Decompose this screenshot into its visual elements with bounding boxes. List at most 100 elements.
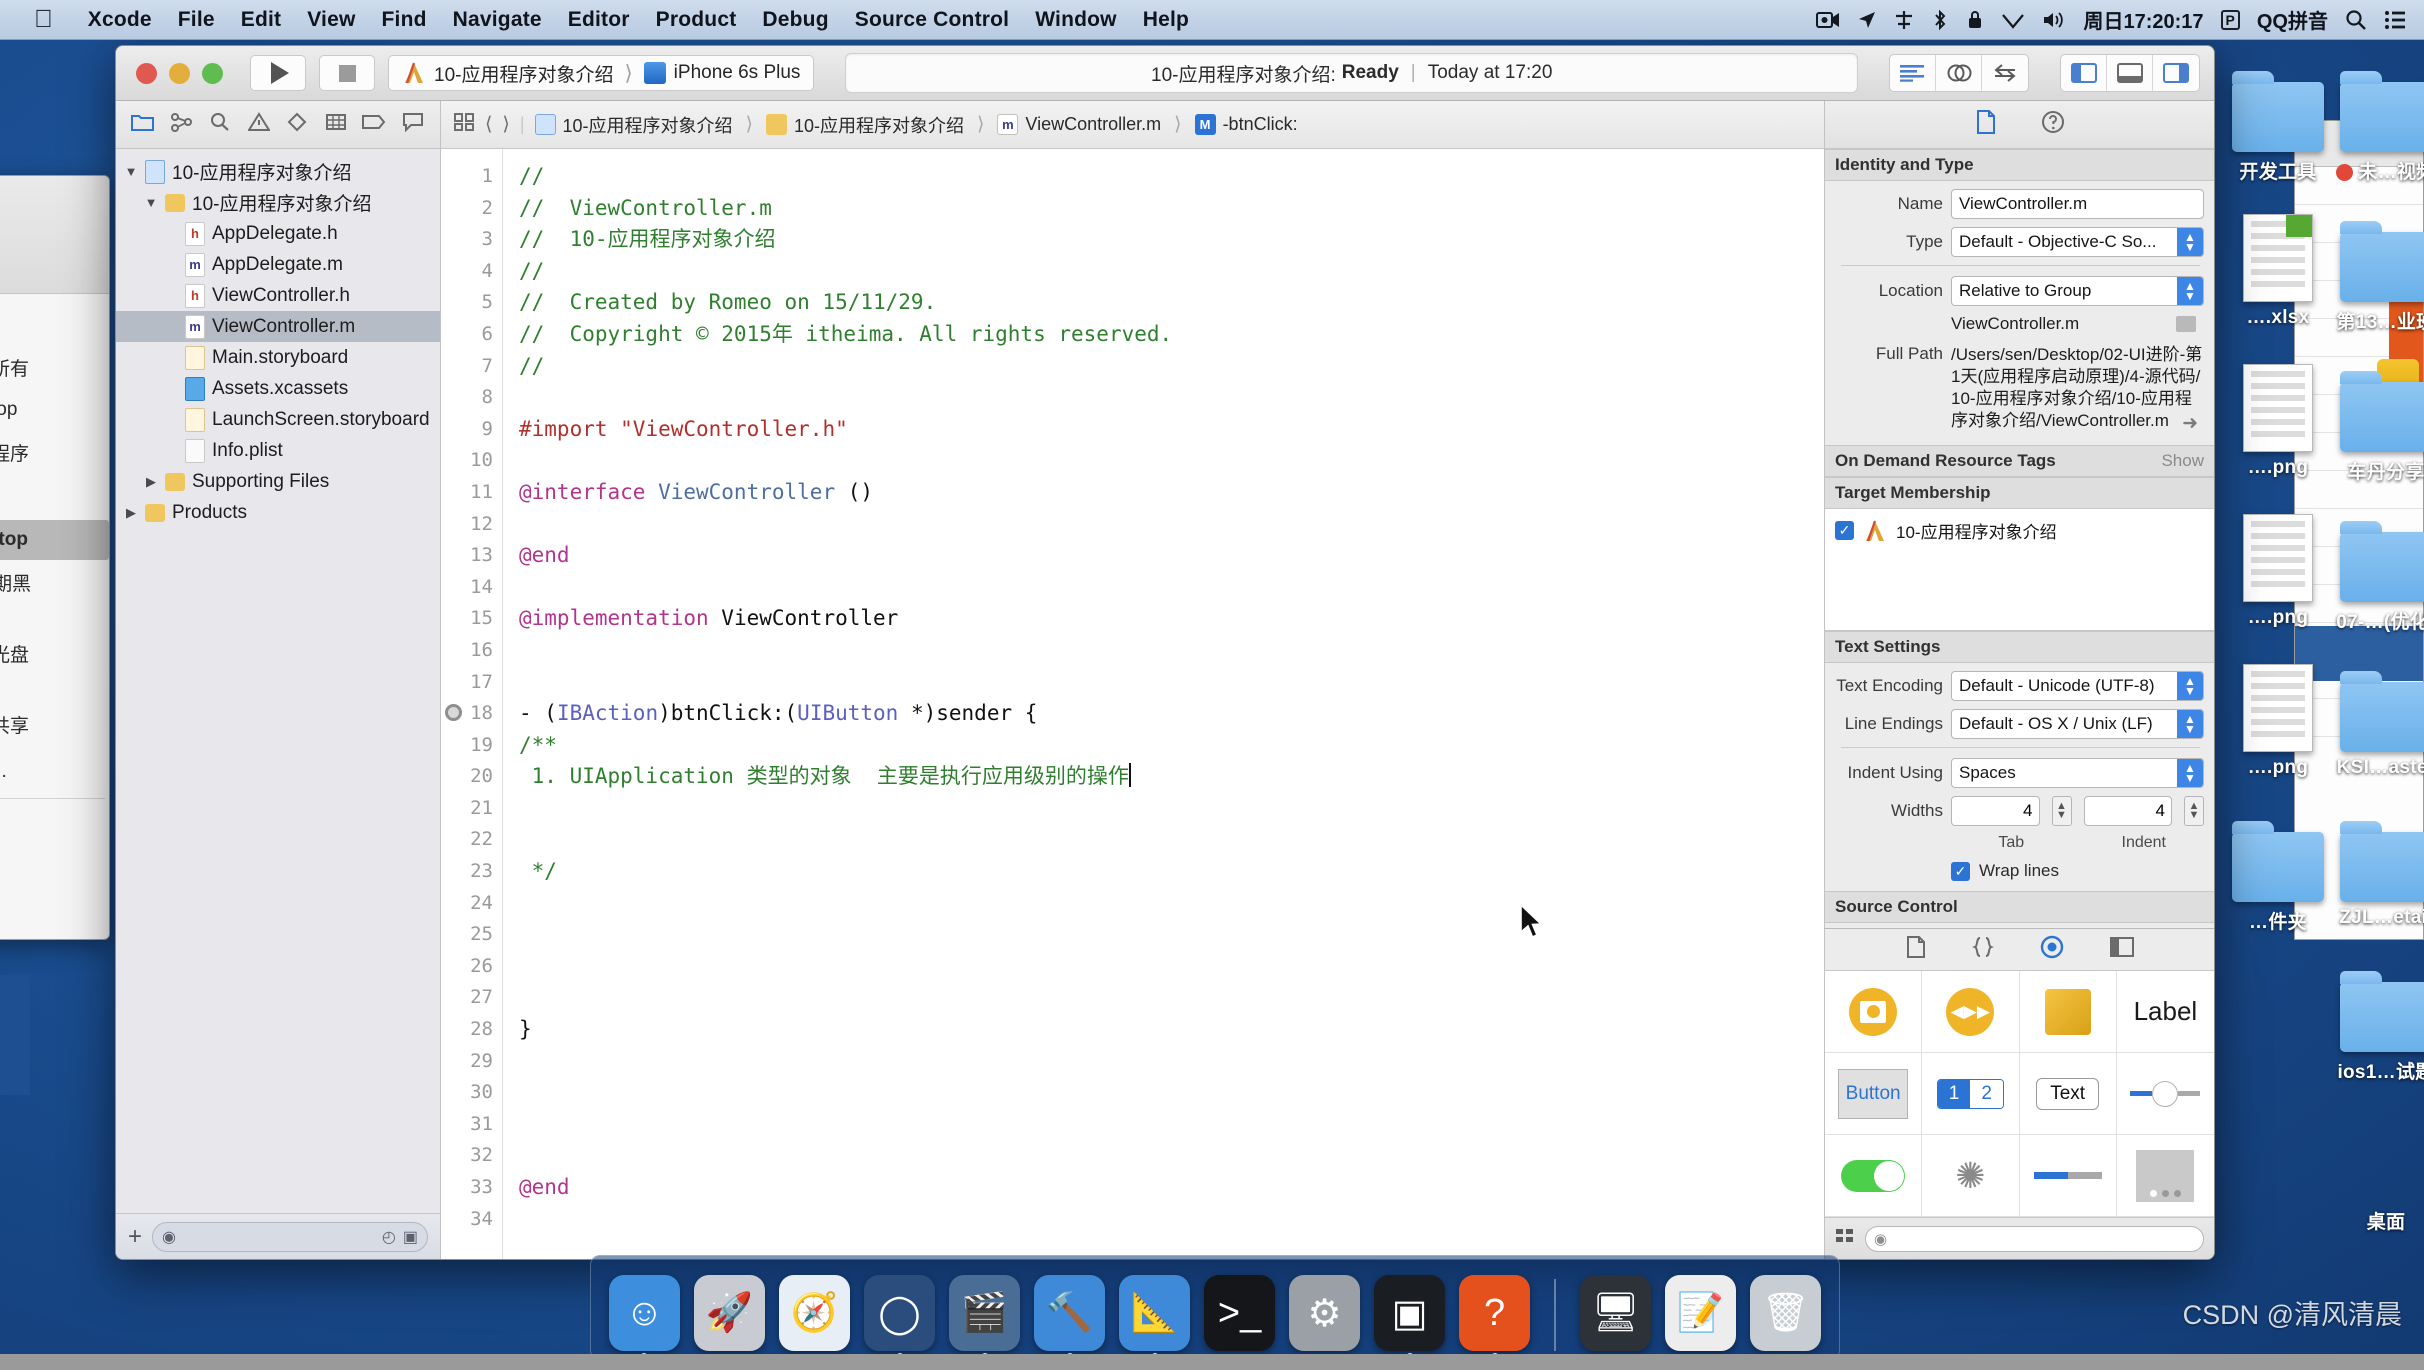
code-line[interactable]: @end: [519, 1172, 1824, 1204]
target-membership-item[interactable]: ✓ 10-应用程序对象介绍: [1835, 518, 2204, 543]
code-line[interactable]: */: [519, 856, 1824, 888]
system-preferences-icon[interactable]: ⚙: [1289, 1275, 1361, 1351]
airplay-icon[interactable]: [1894, 10, 1914, 30]
inspector-tab-bar[interactable]: [1825, 101, 2214, 149]
location-arrow-icon[interactable]: [1857, 10, 1877, 30]
background-finder-window[interactable]: 度 我的所有 AirDrop 应用程序 文稿 Desktop 第13期黑 远程光…: [0, 175, 110, 940]
iterm-icon[interactable]: ▣: [1374, 1275, 1446, 1351]
finder-sidebar-item[interactable]: 红色: [0, 805, 109, 850]
identity-and-type-form[interactable]: Name ViewController.m Type Default - Obj…: [1825, 181, 2214, 445]
on-demand-resource-tags-header[interactable]: On Demand Resource Tags Show: [1825, 445, 2214, 477]
media-library-icon[interactable]: [2109, 936, 2134, 963]
code-line[interactable]: [519, 667, 1824, 699]
version-editor-icon[interactable]: [1982, 55, 2028, 91]
input-method-badge[interactable]: P: [2220, 9, 2240, 30]
file-template-library-icon[interactable]: [1906, 935, 1926, 964]
disclosure-triangle-closed-icon[interactable]: ▶: [144, 474, 158, 490]
library-item-progress-view[interactable]: [2019, 1135, 2117, 1217]
issue-navigator-icon[interactable]: [244, 111, 274, 138]
finder-sidebar-item[interactable]: 度: [0, 300, 109, 345]
finder-sidebar-item[interactable]: 所有...: [0, 747, 109, 792]
menu-item-view[interactable]: View: [294, 8, 368, 32]
standard-editor-icon[interactable]: [1890, 55, 1936, 91]
file-tree-row[interactable]: ▶ Products: [116, 497, 440, 528]
line-endings-popup[interactable]: Default - OS X / Unix (LF) ▲ ▼: [1951, 709, 2204, 739]
menu-item-editor[interactable]: Editor: [555, 8, 643, 32]
code-line[interactable]: [519, 445, 1824, 477]
dock[interactable]: ☺ 🚀 🧭 ◯ 🎬 🔨 📐 >_ ⚙ ▣? 🖥 📝 🗑: [590, 1255, 1840, 1360]
report-navigator-icon[interactable]: [398, 112, 428, 138]
finder-sidebar-item[interactable]: 第13期黑: [0, 560, 109, 605]
code-line[interactable]: // Copyright © 2015年 itheima. All rights…: [519, 319, 1824, 351]
forward-icon[interactable]: ⟩: [502, 113, 509, 136]
tab-width-field[interactable]: 4: [1951, 796, 2040, 826]
type-row[interactable]: Type Default - Objective-C So... ▲ ▼: [1833, 227, 2204, 257]
code-text[interactable]: // // ViewController.m // 10-应用程序对象介绍 // // …: [503, 149, 1824, 1259]
code-line[interactable]: //: [519, 256, 1824, 288]
file-tree-row[interactable]: Main.storyboard: [116, 342, 440, 373]
volume-icon[interactable]: [2042, 10, 2066, 30]
minimize-button[interactable]: [169, 62, 190, 84]
code-line[interactable]: /**: [519, 730, 1824, 762]
code-line[interactable]: - (IBAction)btnClick:(UIButton *)sender …: [519, 698, 1824, 730]
code-line[interactable]: [519, 919, 1824, 951]
code-line[interactable]: [519, 1077, 1824, 1109]
screen-sharing-icon[interactable]: 🖥: [1580, 1275, 1652, 1351]
file-tree-row[interactable]: ▶ Supporting Files: [116, 466, 440, 497]
library-item-navigation-controller[interactable]: ◀▶▶: [1922, 971, 2020, 1053]
wifi-icon[interactable]: [2001, 11, 2025, 29]
view-toggle-segments[interactable]: [2060, 54, 2200, 92]
text-settings-form[interactable]: Text Encoding Default - Unicode (UTF-8) …: [1825, 663, 2214, 891]
file-tree-row[interactable]: Assets.xcassets: [116, 373, 440, 404]
finder-icon[interactable]: ☺: [608, 1275, 680, 1351]
library-item-object[interactable]: [2019, 971, 2117, 1053]
disclosure-triangle-closed-icon[interactable]: ▶: [124, 505, 138, 521]
breadcrumb-file[interactable]: m ViewController.m: [997, 114, 1161, 135]
desktop-icon[interactable]: ios1…试题: [2326, 960, 2424, 1084]
xcode-window[interactable]: 10-应用程序对象介绍 ⟩ iPhone 6s Plus 10-应用程序对象介绍…: [115, 45, 2215, 1260]
xcode-icon[interactable]: 🔨: [1034, 1275, 1106, 1351]
object-library-icon[interactable]: [2040, 935, 2064, 965]
file-inspector-icon[interactable]: [1975, 109, 1997, 140]
library-item-button[interactable]: Button: [1825, 1053, 1923, 1135]
line-endings-row[interactable]: Line Endings Default - OS X / Unix (LF) …: [1833, 709, 2204, 739]
menu-item-navigate[interactable]: Navigate: [440, 8, 555, 32]
project-navigator-icon[interactable]: [128, 112, 158, 138]
library-filter-bar[interactable]: ◉: [1825, 1217, 2214, 1259]
code-line[interactable]: [519, 1109, 1824, 1141]
finder-sidebar-item[interactable]: 课程共享: [0, 702, 109, 747]
screen-record-icon[interactable]: [1816, 11, 1840, 29]
name-field[interactable]: ViewController.m: [1951, 189, 2204, 219]
launchpad-icon[interactable]: 🚀: [693, 1275, 765, 1351]
file-tree-row[interactable]: h AppDelegate.h: [116, 218, 440, 249]
target-membership-header[interactable]: Target Membership: [1825, 477, 2214, 509]
code-line[interactable]: [519, 1204, 1824, 1236]
file-tree-row[interactable]: LaunchScreen.storyboard: [116, 404, 440, 435]
project-file-tree[interactable]: ▼ 10-应用程序对象介绍 ▼ 10-应用程序对象介绍 h AppDelegate.h m A…: [116, 149, 440, 1213]
library-item-switch[interactable]: [1825, 1135, 1923, 1217]
desktop-icon[interactable]: 第13…业班: [2326, 210, 2424, 334]
breadcrumb-symbol[interactable]: M -btnClick:: [1194, 114, 1298, 135]
desktop-icon[interactable]: 未…视频: [2326, 60, 2424, 184]
finder-sidebar-item-desktop[interactable]: Desktop: [0, 520, 109, 560]
line-number-gutter[interactable]: 1 2 3 4 5 6 7 8 9 10 11 12 13 14 15 16 17 18 19 20 21 22 23 24 2…: [441, 149, 503, 1259]
parallels-icon[interactable]: ?: [1459, 1275, 1531, 1351]
name-row[interactable]: Name ViewController.m: [1833, 189, 2204, 219]
type-popup[interactable]: Default - Objective-C So... ▲ ▼: [1951, 227, 2204, 257]
menu-item-product[interactable]: Product: [643, 8, 750, 32]
add-file-button[interactable]: +: [128, 1223, 142, 1251]
code-line[interactable]: [519, 509, 1824, 541]
code-line[interactable]: #import "ViewController.h": [519, 414, 1824, 446]
widths-steppers[interactable]: 4 ▲ ▼ 4 ▲ ▼: [1951, 796, 2204, 826]
toggle-utilities-icon[interactable]: [2153, 55, 2199, 91]
code-line[interactable]: [519, 1140, 1824, 1172]
stop-button[interactable]: [319, 55, 375, 91]
editor-mode-segments[interactable]: [1889, 54, 2029, 92]
desktop-icon[interactable]: …件夹: [2218, 810, 2338, 934]
test-navigator-icon[interactable]: [282, 112, 312, 138]
desktop-icon[interactable]: 桌面: [2326, 1110, 2424, 1234]
finder-sidebar-item[interactable]: AirDrop: [0, 390, 109, 430]
xcode-beta-icon[interactable]: 📐: [1119, 1275, 1191, 1351]
choose-folder-icon[interactable]: [2176, 316, 2196, 332]
xcode-toolbar[interactable]: 10-应用程序对象介绍 ⟩ iPhone 6s Plus 10-应用程序对象介绍…: [116, 46, 2214, 101]
